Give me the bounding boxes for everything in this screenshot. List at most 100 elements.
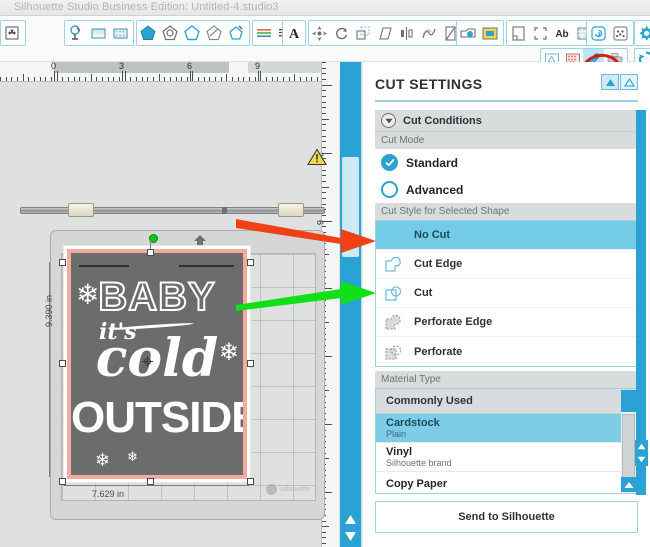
panel-header-buttons xyxy=(601,74,638,90)
warning-triangle-icon[interactable] xyxy=(307,148,327,171)
cut-style-option-label: No Cut xyxy=(414,229,451,241)
cut-mode-standard-option[interactable]: Standard xyxy=(375,149,638,176)
gear-icon[interactable] xyxy=(635,21,650,45)
radio-checked-icon[interactable] xyxy=(381,154,398,171)
ruler-label: 3 xyxy=(119,62,125,71)
snowflake-icon: ❄ xyxy=(127,449,138,464)
selection-handle-nw[interactable] xyxy=(59,259,66,266)
scroll-down-button[interactable] xyxy=(342,528,359,544)
transform-group xyxy=(308,20,462,46)
material-group-header[interactable]: Commonly Used xyxy=(376,389,637,414)
cut-icon xyxy=(384,284,406,302)
text-group: A xyxy=(282,20,306,46)
pattern-fill-icon[interactable] xyxy=(109,21,131,45)
window-title: Silhouette Studio Business Edition: Unti… xyxy=(14,1,279,13)
line-style-icon[interactable] xyxy=(253,21,275,45)
spiral-icon[interactable] xyxy=(587,21,609,45)
selection-handle-sw[interactable] xyxy=(59,478,66,485)
selection-height-label: 9.390 in xyxy=(44,294,54,327)
title-bar: Silhouette Studio Business Edition: Unti… xyxy=(0,0,650,16)
rhinestone-icon[interactable] xyxy=(609,21,631,45)
chevron-down-icon[interactable] xyxy=(381,113,396,128)
cut-style-option-perforate[interactable]: Perforate xyxy=(376,337,637,366)
settings-group xyxy=(634,20,650,46)
ruler-label: 0 xyxy=(51,62,57,71)
cut-style-option-perforate-edge[interactable]: Perforate Edge xyxy=(376,308,637,337)
material-list-scrollbar[interactable] xyxy=(621,390,636,492)
page-setup-icon[interactable] xyxy=(507,21,529,45)
fill-color-icon[interactable] xyxy=(479,21,501,45)
selection-handle-e[interactable] xyxy=(247,360,254,367)
cut-style-option-no-cut[interactable]: No Cut xyxy=(376,221,637,250)
panel-scrollbar[interactable] xyxy=(636,110,646,495)
trace-icon[interactable] xyxy=(418,21,440,45)
silhouette-logo-icon xyxy=(266,484,278,495)
cut-conditions-header[interactable]: Cut Conditions xyxy=(375,110,638,132)
page-group xyxy=(456,20,504,46)
snowflake-icon: ❄ xyxy=(218,339,239,366)
material-scroll-up-button[interactable] xyxy=(621,477,636,492)
ruler-label: 6 xyxy=(187,62,193,71)
filled-pentagon-icon[interactable] xyxy=(137,21,159,45)
material-item-copy-paper[interactable]: Copy Paper xyxy=(376,472,637,493)
selection-handle-w[interactable] xyxy=(59,360,66,367)
cut-mode-advanced-option[interactable]: Advanced xyxy=(375,176,638,203)
material-scrollbar-thumb[interactable] xyxy=(622,414,635,486)
collapse-panel-button[interactable] xyxy=(601,74,619,90)
shape-erase-icon[interactable] xyxy=(203,21,225,45)
panel-header: CUT SETTINGS xyxy=(375,74,638,102)
panel-body: Cut Conditions Cut Mode Standard Advance… xyxy=(375,110,648,537)
scrollbar-thumb[interactable] xyxy=(342,157,359,257)
panel-scroll-up-button[interactable] xyxy=(635,440,648,453)
main-toolbar: A Ab xyxy=(0,16,650,94)
selection-handle-s[interactable] xyxy=(147,478,154,485)
material-item-cardstock[interactable]: Cardstock Plain xyxy=(376,414,637,443)
horizontal-ruler: 0 3 6 9 12 xyxy=(0,62,341,82)
slant-icon[interactable] xyxy=(374,21,396,45)
offset-icon[interactable] xyxy=(352,21,374,45)
auto-fill-icon[interactable]: Ab xyxy=(551,21,573,45)
expand-panel-button[interactable] xyxy=(620,74,638,90)
view-group xyxy=(0,20,26,46)
selection-handle-se[interactable] xyxy=(247,478,254,485)
cut-style-option-cut[interactable]: Cut xyxy=(376,279,637,308)
mirror-icon[interactable] xyxy=(396,21,418,45)
material-item-sub: Silhouette brand xyxy=(386,457,452,468)
material-item-name: Copy Paper xyxy=(386,478,448,490)
text-tool-icon[interactable]: A xyxy=(283,21,305,45)
material-item-vinyl[interactable]: Vinyl Silhouette brand xyxy=(376,443,637,472)
print-bleed-icon[interactable] xyxy=(457,21,479,45)
scroll-up-button[interactable] xyxy=(342,511,359,527)
canvas-vertical-scrollbar[interactable] xyxy=(340,62,361,547)
material-type-label: Material Type xyxy=(375,371,638,388)
cut-style-option-cut-edge[interactable]: Cut Edge xyxy=(376,250,637,279)
selection-handle-ne[interactable] xyxy=(247,259,254,266)
knife-icon[interactable] xyxy=(225,21,247,45)
rotate-icon[interactable] xyxy=(331,21,353,45)
silhouette-watermark-text: silhouette xyxy=(280,486,310,493)
cut-mode-standard-label: Standard xyxy=(406,155,459,170)
selection-width-label: 7.629 in xyxy=(92,489,125,499)
fit-to-page-icon[interactable] xyxy=(1,21,23,45)
cut-style-label: Cut Style for Selected Shape xyxy=(375,203,638,220)
gear-shape-icon[interactable] xyxy=(159,21,181,45)
artwork-image[interactable]: BABY it's cold OUTSIDE ❄ ❄ ❄ ❄ xyxy=(63,245,251,483)
send-to-silhouette-button[interactable]: Send to Silhouette xyxy=(375,501,638,533)
app-window: Silhouette Studio Business Edition: Unti… xyxy=(0,0,650,547)
star-outline-icon[interactable] xyxy=(181,21,203,45)
material-type-list[interactable]: Commonly Used Cardstock Plain Vinyl Silh… xyxy=(375,388,638,494)
gradient-fill-icon[interactable] xyxy=(87,21,109,45)
cut-style-option-label: Perforate xyxy=(414,345,463,358)
radio-unchecked-icon[interactable] xyxy=(381,181,398,198)
width-dim-line xyxy=(64,485,249,486)
registration-marks-icon[interactable] xyxy=(529,21,551,45)
eyedropper-icon[interactable] xyxy=(65,21,87,45)
cut-edge-icon xyxy=(384,255,406,273)
perforate-icon xyxy=(384,343,406,361)
move-icon[interactable] xyxy=(309,21,331,45)
panel-scrollbar-thumb[interactable] xyxy=(636,110,646,410)
selection-handle-n[interactable] xyxy=(147,249,154,256)
rotation-center-icon[interactable] xyxy=(142,354,153,372)
design-canvas[interactable]: 0 3 6 9 12 3 6 9 12 15 xyxy=(0,62,362,547)
panel-scroll-down-button[interactable] xyxy=(635,453,648,466)
